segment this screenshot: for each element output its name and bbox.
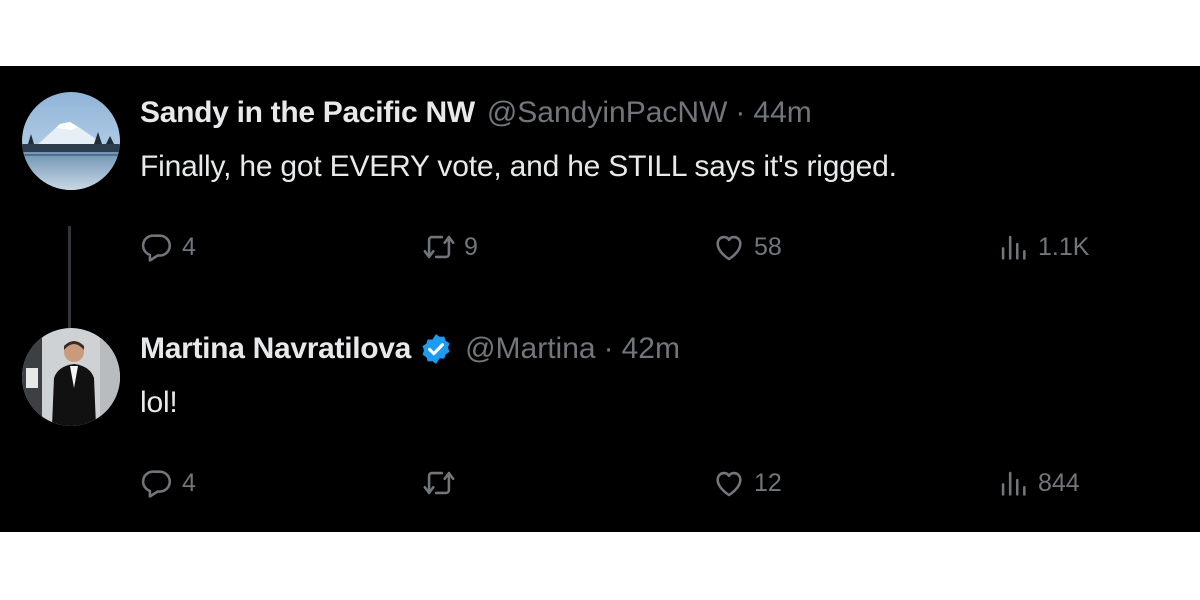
views-icon xyxy=(1001,471,1026,496)
author-name[interactable]: Martina Navratilova xyxy=(140,332,411,366)
like-count: 12 xyxy=(754,468,782,497)
retweet-button[interactable]: 9 xyxy=(422,230,478,264)
author-name[interactable]: Sandy in the Pacific NW xyxy=(140,96,475,130)
mountain-avatar-image xyxy=(22,92,120,190)
like-button[interactable]: 58 xyxy=(712,230,782,264)
retweet-count: 9 xyxy=(464,232,478,261)
person-avatar-image xyxy=(22,328,120,426)
reply-count: 4 xyxy=(182,468,196,497)
views-button[interactable]: 1.1K xyxy=(996,230,1089,264)
like-button[interactable]: 12 xyxy=(712,466,782,500)
reply-button[interactable]: 4 xyxy=(140,466,196,500)
verified-badge-icon xyxy=(422,334,450,364)
like-count: 58 xyxy=(754,232,782,261)
avatar-sandy[interactable] xyxy=(22,92,120,190)
retweet-button[interactable] xyxy=(422,466,464,500)
retweet-icon xyxy=(423,235,455,259)
tweet-text: lol! xyxy=(140,386,178,419)
reply-icon xyxy=(141,234,172,262)
views-icon xyxy=(1001,235,1026,260)
tweet-actions: 4 9 58 1.1K xyxy=(140,230,1140,270)
tweet-text: Finally, he got EVERY vote, and he STILL… xyxy=(140,150,897,183)
tweet-timestamp[interactable]: 42m xyxy=(622,332,680,366)
heart-icon xyxy=(716,235,742,261)
reply-icon xyxy=(141,470,172,498)
heart-icon xyxy=(716,471,742,497)
separator-dot: · xyxy=(603,332,614,365)
tweet-header: Sandy in the Pacific NW @SandyinPacNW · … xyxy=(140,96,812,130)
thread-connector-line xyxy=(68,226,71,344)
tweet-header: Martina Navratilova @Martina · 42m xyxy=(140,332,680,366)
reply-button[interactable]: 4 xyxy=(140,230,196,264)
avatar-martina[interactable] xyxy=(22,328,120,426)
view-count: 1.1K xyxy=(1038,232,1090,261)
author-handle[interactable]: @Martina xyxy=(465,332,596,366)
author-handle[interactable]: @SandyinPacNW xyxy=(487,96,728,130)
reply-count: 4 xyxy=(182,232,196,261)
views-button[interactable]: 844 xyxy=(996,466,1080,500)
separator-dot: · xyxy=(735,96,746,129)
view-count: 844 xyxy=(1038,468,1080,497)
tweet-actions: 4 12 844 xyxy=(140,466,1140,506)
retweet-icon xyxy=(423,471,455,495)
tweet-thread: Sandy in the Pacific NW @SandyinPacNW · … xyxy=(0,66,1200,532)
tweet-timestamp[interactable]: 44m xyxy=(753,96,811,130)
